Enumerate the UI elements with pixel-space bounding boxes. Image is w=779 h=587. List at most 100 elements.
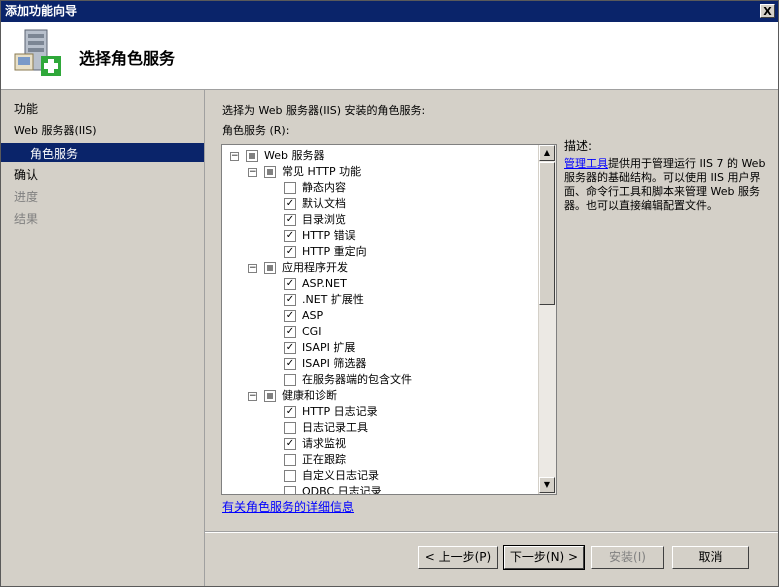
tree-scrollbar[interactable]: ▲ ▼: [538, 145, 556, 494]
scroll-up-button[interactable]: ▲: [539, 145, 555, 161]
tree-checkbox[interactable]: ✓: [284, 438, 296, 450]
tree-label: CGI: [302, 325, 322, 338]
tree-row[interactable]: ✓ ASP: [222, 308, 538, 324]
tree-checkbox[interactable]: ✓: [284, 230, 296, 242]
instruction-text: 选择为 Web 服务器(IIS) 安装的角色服务:: [222, 104, 426, 117]
tree-label: ASP.NET: [302, 277, 347, 290]
tree-row[interactable]: ✓ HTTP 错误: [222, 228, 538, 244]
tree-checkbox[interactable]: ✓: [284, 406, 296, 418]
tree-checkbox[interactable]: [246, 150, 258, 162]
scroll-thumb[interactable]: [539, 162, 555, 305]
tree-checkbox[interactable]: ✓: [284, 214, 296, 226]
tree-checkbox[interactable]: [284, 470, 296, 482]
tree-label: 应用程序开发: [282, 261, 348, 274]
tree-row[interactable]: ✓ CGI: [222, 324, 538, 340]
install-button: 安装(I): [591, 546, 664, 569]
step-role-services-label: 角色服务: [30, 147, 79, 161]
tree-row[interactable]: 日志记录工具: [222, 420, 538, 436]
collapse-icon[interactable]: −: [248, 392, 257, 401]
step-results: 结果: [14, 212, 39, 226]
tree-checkbox[interactable]: ✓: [284, 294, 296, 306]
scroll-down-button[interactable]: ▼: [539, 477, 555, 493]
tree-row[interactable]: − 应用程序开发: [222, 260, 538, 276]
tree-checkbox[interactable]: [264, 262, 276, 274]
title-bar[interactable]: 添加功能向导 X: [1, 1, 778, 22]
tree-label: 静态内容: [302, 181, 346, 194]
tree-row[interactable]: ✓ HTTP 重定向: [222, 244, 538, 260]
tree-checkbox[interactable]: ✓: [284, 326, 296, 338]
tree-checkbox[interactable]: [284, 182, 296, 194]
more-info-link[interactable]: 有关角色服务的详细信息: [222, 498, 354, 515]
page-title: 选择角色服务: [79, 49, 176, 68]
close-button[interactable]: X: [760, 4, 775, 18]
tree-label: ODBC 日志记录: [302, 485, 382, 495]
tree-checkbox[interactable]: [284, 454, 296, 466]
tree-checkbox[interactable]: ✓: [284, 358, 296, 370]
tree-row[interactable]: ODBC 日志记录: [222, 484, 538, 495]
tree-label: 正在跟踪: [302, 453, 346, 466]
tree-row[interactable]: ✓ HTTP 日志记录: [222, 404, 538, 420]
tree-label: Web 服务器: [264, 149, 325, 162]
tree-checkbox[interactable]: [264, 166, 276, 178]
tree-row[interactable]: ✓ ISAPI 扩展: [222, 340, 538, 356]
next-button[interactable]: 下一步(N) >: [503, 545, 585, 570]
tree-row[interactable]: − 常见 HTTP 功能: [222, 164, 538, 180]
tree-label: 自定义日志记录: [302, 469, 379, 482]
tree-label: HTTP 错误: [302, 229, 356, 242]
tree-label: ISAPI 扩展: [302, 341, 356, 354]
step-progress: 进度: [14, 190, 39, 204]
role-services-label: 角色服务 (R):: [222, 124, 290, 137]
tree-row[interactable]: 在服务器端的包含文件: [222, 372, 538, 388]
description-panel: 描述: 管理工具提供用于管理运行 IIS 7 的 Web 服务器的基础结构。可以…: [564, 139, 776, 213]
tree-row[interactable]: − Web 服务器: [222, 148, 538, 164]
server-add-icon: [14, 29, 61, 76]
tree-label: ISAPI 筛选器: [302, 357, 367, 370]
tree-row[interactable]: − 健康和诊断: [222, 388, 538, 404]
wizard-window: 添加功能向导 X 选择角色服务 功能 Web 服务器(IIS) 角色服务 确认 …: [0, 0, 779, 587]
tree-checkbox[interactable]: ✓: [284, 278, 296, 290]
tree-items: − Web 服务器 − 常见 HTTP 功能 静态内容 ✓ 默认文档 ✓ 目录浏览 ✓ HTTP 错…: [222, 145, 538, 494]
tree-label: 默认文档: [302, 197, 346, 210]
tree-label: 目录浏览: [302, 213, 346, 226]
tree-checkbox[interactable]: [284, 374, 296, 386]
tree-row[interactable]: 正在跟踪: [222, 452, 538, 468]
tree-row[interactable]: ✓ ISAPI 筛选器: [222, 356, 538, 372]
cancel-button[interactable]: 取消: [672, 546, 749, 569]
collapse-icon[interactable]: −: [248, 264, 257, 273]
tree-row[interactable]: ✓ .NET 扩展性: [222, 292, 538, 308]
step-features[interactable]: 功能: [14, 100, 38, 117]
tree-row[interactable]: ✓ 默认文档: [222, 196, 538, 212]
tree-checkbox[interactable]: ✓: [284, 310, 296, 322]
collapse-icon[interactable]: −: [248, 168, 257, 177]
tree-label: 健康和诊断: [282, 389, 337, 402]
tree-label: 在服务器端的包含文件: [302, 373, 412, 386]
tree-label: HTTP 重定向: [302, 245, 367, 258]
tree-label: 常见 HTTP 功能: [282, 165, 362, 178]
description-title: 描述:: [564, 139, 593, 153]
tree-label: 日志记录工具: [302, 421, 368, 434]
button-divider: [205, 531, 778, 533]
admin-tools-link[interactable]: 管理工具: [564, 157, 608, 170]
tree-row[interactable]: 静态内容: [222, 180, 538, 196]
tree-label: .NET 扩展性: [302, 293, 364, 306]
tree-row[interactable]: ✓ ASP.NET: [222, 276, 538, 292]
tree-checkbox[interactable]: ✓: [284, 342, 296, 354]
wizard-header: 选择角色服务: [1, 22, 778, 90]
wizard-steps: 功能 Web 服务器(IIS) 角色服务 确认 进度 结果: [1, 90, 205, 586]
step-web-server[interactable]: Web 服务器(IIS): [14, 122, 97, 138]
tree-label: ASP: [302, 309, 324, 322]
collapse-icon[interactable]: −: [230, 152, 239, 161]
tree-checkbox[interactable]: [264, 390, 276, 402]
tree-row[interactable]: ✓ 目录浏览: [222, 212, 538, 228]
tree-checkbox[interactable]: [284, 422, 296, 434]
tree-row[interactable]: ✓ 请求监视: [222, 436, 538, 452]
tree-checkbox[interactable]: ✓: [284, 198, 296, 210]
back-button[interactable]: < 上一步(P): [418, 546, 498, 569]
tree-checkbox[interactable]: [284, 486, 296, 494]
role-services-tree[interactable]: − Web 服务器 − 常见 HTTP 功能 静态内容 ✓ 默认文档 ✓ 目录浏览 ✓ HTTP 错…: [221, 144, 557, 495]
tree-checkbox[interactable]: ✓: [284, 246, 296, 258]
tree-label: 请求监视: [302, 437, 346, 450]
step-confirm[interactable]: 确认: [14, 166, 38, 183]
tree-row[interactable]: 自定义日志记录: [222, 468, 538, 484]
step-role-services[interactable]: 角色服务: [1, 143, 204, 162]
